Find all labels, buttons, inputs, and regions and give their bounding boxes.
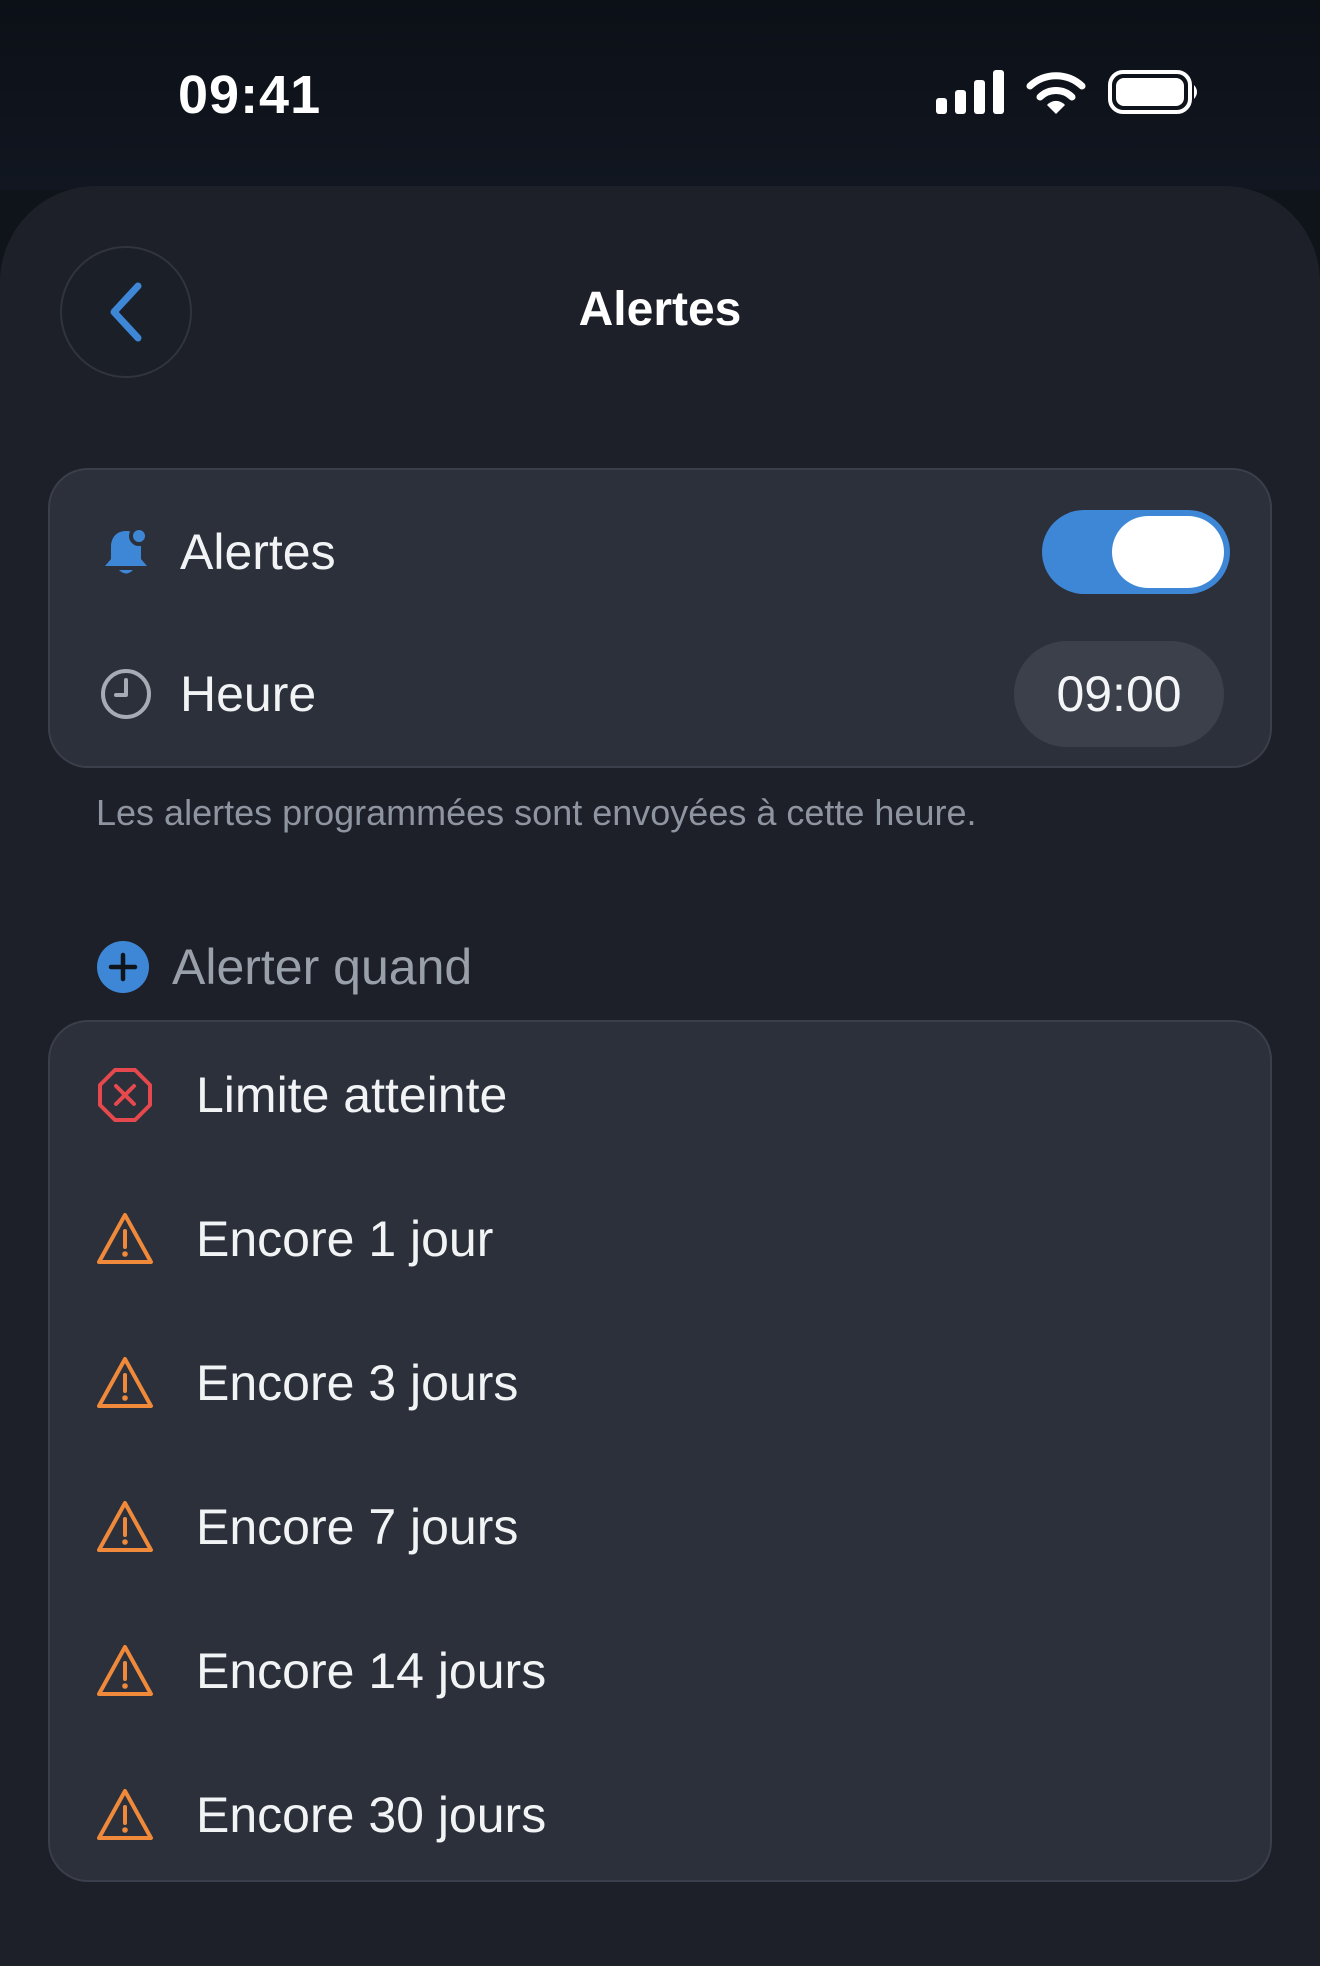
time-label: Heure [180,666,317,722]
alert-item-label: Encore 14 jours [196,1643,547,1699]
alert-item-label: Encore 30 jours [196,1787,547,1843]
alert-item-7-days[interactable]: Encore 7 jours [50,1454,1270,1598]
plus-circle-icon [97,941,149,993]
toggle-knob [1112,516,1224,588]
time-picker-button[interactable]: 09:00 [1014,641,1224,747]
alert-item-1-day[interactable]: Encore 1 jour [50,1166,1270,1310]
alert-conditions-card: Limite atteinte Encore 1 jour Encore 3 j… [48,1020,1272,1882]
alerts-toggle[interactable] [1042,510,1230,594]
alerts-toggle-row: Alertes [50,480,1270,624]
warning-triangle-icon [97,1501,153,1552]
status-icons [936,70,1200,114]
alerts-label: Alertes [180,524,336,580]
alert-item-14-days[interactable]: Encore 14 jours [50,1598,1270,1742]
battery-icon [1108,70,1197,114]
alert-when-header[interactable]: Alerter quand [96,932,472,1002]
alert-item-limit-reached[interactable]: Limite atteinte [50,1022,1270,1166]
alert-item-3-days[interactable]: Encore 3 jours [50,1310,1270,1454]
warning-triangle-icon [97,1645,153,1696]
status-time: 09:41 [178,65,322,125]
status-bar: 09:41 [0,0,1320,190]
cellular-signal-icon [936,70,1004,114]
alert-item-label: Encore 1 jour [196,1211,494,1267]
time-row: Heure 09:00 [50,622,1270,766]
alerts-sheet: Alertes Alertes Heure 09:00 Les alertes … [0,186,1320,1966]
time-caption: Les alertes programmées sont envoyées à … [96,792,977,833]
clock-icon [98,666,154,722]
page-title: Alertes [578,283,742,336]
alert-item-label: Encore 7 jours [196,1499,519,1555]
alert-item-label: Encore 3 jours [196,1355,519,1411]
alert-item-label: Limite atteinte [196,1067,508,1123]
alert-item-30-days[interactable]: Encore 30 jours [50,1742,1270,1886]
warning-triangle-icon [97,1213,153,1264]
settings-card: Alertes Heure 09:00 [48,468,1272,768]
x-octagon-icon [98,1068,152,1122]
bell-badge-icon [98,524,154,580]
warning-triangle-icon [97,1357,153,1408]
warning-triangle-icon [97,1789,153,1840]
wifi-icon [1026,72,1086,114]
alert-when-label: Alerter quand [172,939,473,995]
